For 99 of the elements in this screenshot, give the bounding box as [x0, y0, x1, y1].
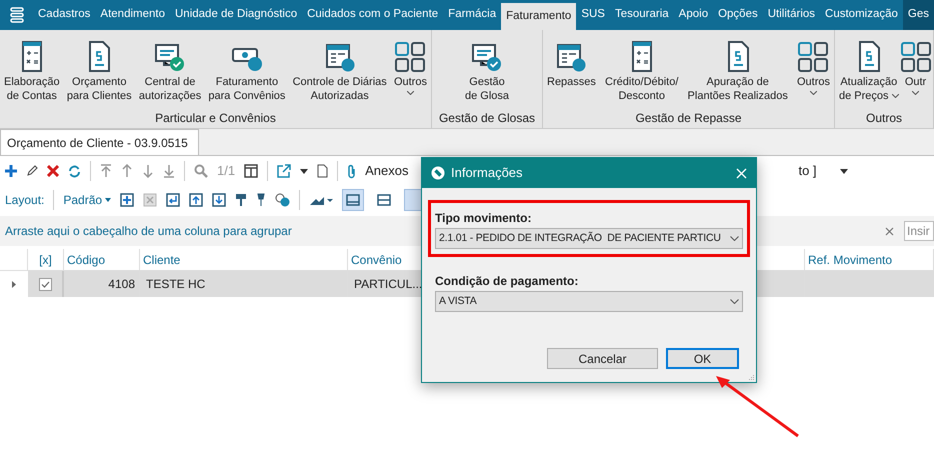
add-row-icon[interactable] — [120, 192, 134, 206]
column-header[interactable]: Convênio — [351, 250, 402, 268]
chevron-down-icon — [730, 299, 739, 304]
table-cell-text: TESTE HC — [146, 276, 206, 293]
field-label: Tipo movimento: — [435, 210, 532, 227]
chevron-down-icon — [912, 91, 920, 95]
document-icon[interactable] — [317, 164, 328, 178]
monitor-check-icon — [471, 41, 503, 73]
ribbon-button[interactable]: Controle de Diárias Autorizadas — [292, 39, 388, 103]
document-tab[interactable]: Orçamento de Cliente - 03.9.0515 — [0, 129, 199, 155]
table-cell-text: 4108 — [108, 276, 135, 293]
select-field[interactable]: A VISTA — [435, 291, 743, 312]
pencil-icon[interactable] — [26, 165, 38, 177]
caret-icon[interactable] — [300, 168, 308, 174]
paperclip-icon — [347, 164, 356, 178]
more-button[interactable]: Outros — [796, 39, 831, 95]
ribbon-group-title: Outros — [866, 110, 902, 127]
ribbon-button[interactable]: Crédito/Débito/ Desconto — [604, 39, 680, 103]
move-up-icon[interactable] — [189, 192, 204, 206]
menu-tab[interactable]: Opções — [713, 0, 763, 30]
attachments-button[interactable]: Anexos — [365, 161, 408, 181]
select-field[interactable]: 2.1.01 - PEDIDO DE INTEGRAÇÃO DE PACIENTE PARTICU — [435, 228, 743, 249]
pin-icon[interactable] — [256, 192, 266, 206]
column-header[interactable]: Código — [67, 250, 106, 268]
chevron-down-icon — [892, 94, 899, 98]
calendar-icon — [324, 41, 356, 73]
column-header[interactable]: [x] — [39, 250, 52, 268]
menu-tab[interactable]: Customização — [820, 0, 903, 30]
chevron-down-icon — [810, 91, 817, 95]
layout-label: Layout: — [5, 192, 44, 208]
toolbar-label: to ] — [798, 162, 817, 180]
app-logo-icon — [431, 166, 445, 180]
calendar-icon — [555, 41, 588, 73]
ribbon-button[interactable]: Repasses — [546, 39, 597, 89]
menu-tab[interactable]: Farmácia — [443, 0, 502, 30]
menu-tab[interactable]: Unidade de Diagnóstico — [170, 0, 302, 30]
ribbon-button[interactable]: Elaboração de Contas — [3, 39, 61, 103]
menu-tab[interactable]: Utilitários — [762, 0, 820, 30]
menu-tab[interactable]: Ges — [902, 0, 934, 30]
grid-icon — [798, 42, 828, 72]
monitor-check-icon — [154, 41, 186, 73]
panel-bottom-icon — [346, 194, 360, 206]
ribbon-group-title: Particular e Convênios — [155, 110, 276, 127]
grid-icon — [395, 42, 426, 72]
move-down-icon[interactable] — [212, 192, 226, 206]
menu-tab[interactable]: Cadastros — [33, 0, 96, 30]
field-label: Condição de pagamento: — [435, 273, 580, 290]
chevron-down-icon — [730, 236, 739, 241]
view-toggle[interactable] — [342, 188, 364, 210]
checkbox[interactable] — [38, 278, 52, 290]
menu-tab[interactable]: Tesouraria — [610, 0, 674, 30]
ribbon-button[interactable]: Faturamento para Convênios — [207, 39, 286, 103]
grid-icon — [900, 42, 931, 72]
shapes-icon[interactable] — [275, 192, 290, 206]
search-field[interactable]: Insir — [904, 221, 934, 241]
record-counter: 1/1 — [217, 162, 236, 180]
menu-tab[interactable]: Apoio — [674, 0, 714, 30]
ribbon-group-title: Gestão de Glosas — [438, 110, 536, 127]
refresh-icon[interactable] — [68, 164, 81, 178]
menu-tab[interactable]: Atendimento — [95, 0, 170, 30]
export-icon[interactable] — [277, 164, 292, 178]
first-record-icon[interactable] — [100, 164, 112, 178]
delete-icon[interactable] — [47, 165, 59, 177]
ribbon-button[interactable]: Apuração de Plantões Realizados — [686, 39, 789, 103]
last-record-icon[interactable] — [163, 164, 175, 178]
add-icon[interactable] — [5, 165, 17, 177]
split-view-icon — [377, 194, 392, 206]
arrow-up-icon[interactable] — [121, 164, 133, 178]
menu-icon[interactable] — [10, 7, 24, 23]
dialog-button[interactable]: OK — [666, 348, 739, 369]
menu-tab[interactable]: SUS — [576, 0, 610, 30]
close-icon[interactable] — [885, 226, 894, 236]
ribbon-group-title: Gestão de Repasse — [635, 110, 742, 127]
arrow-down-icon[interactable] — [142, 164, 154, 178]
table-cell-text: PARTICUL... — [354, 276, 422, 293]
tab-title: Orçamento de Cliente - 03.9.0515 — [7, 134, 188, 152]
checkmark-icon — [40, 280, 50, 288]
ribbon-button[interactable]: Orçamento para Clientes — [66, 39, 133, 103]
resize-grip-icon[interactable] — [748, 374, 755, 381]
layout-dropdown[interactable]: Padrão — [63, 190, 112, 208]
ribbon-button[interactable]: Gestão de Glosa — [464, 39, 510, 103]
return-icon[interactable] — [166, 192, 180, 206]
group-by-hint: Arraste aqui o cabeçalho de uma coluna para agrupar — [5, 223, 292, 240]
ribbon-button[interactable]: Central de autorizações — [138, 39, 202, 103]
column-header[interactable]: Ref. Movimento — [808, 250, 892, 268]
caret-icon[interactable] — [840, 168, 848, 174]
more-button[interactable]: Outros — [392, 39, 428, 95]
row-indicator-icon — [12, 280, 16, 288]
menu-tab[interactable]: Faturamento — [501, 3, 576, 30]
column-header[interactable]: Cliente — [143, 250, 180, 268]
menu-tab[interactable]: Cuidados com o Paciente — [302, 0, 444, 30]
chevron-down-icon — [406, 91, 414, 95]
dialog-title: Informações — [451, 164, 523, 182]
ribbon-button[interactable]: Atualização de Preços — [838, 39, 900, 103]
caret-icon — [105, 198, 112, 202]
columns-icon[interactable] — [244, 164, 258, 178]
dialog-button[interactable]: Cancelar — [547, 348, 658, 369]
search-icon[interactable] — [194, 164, 208, 178]
more-button[interactable]: Outr — [900, 39, 932, 95]
